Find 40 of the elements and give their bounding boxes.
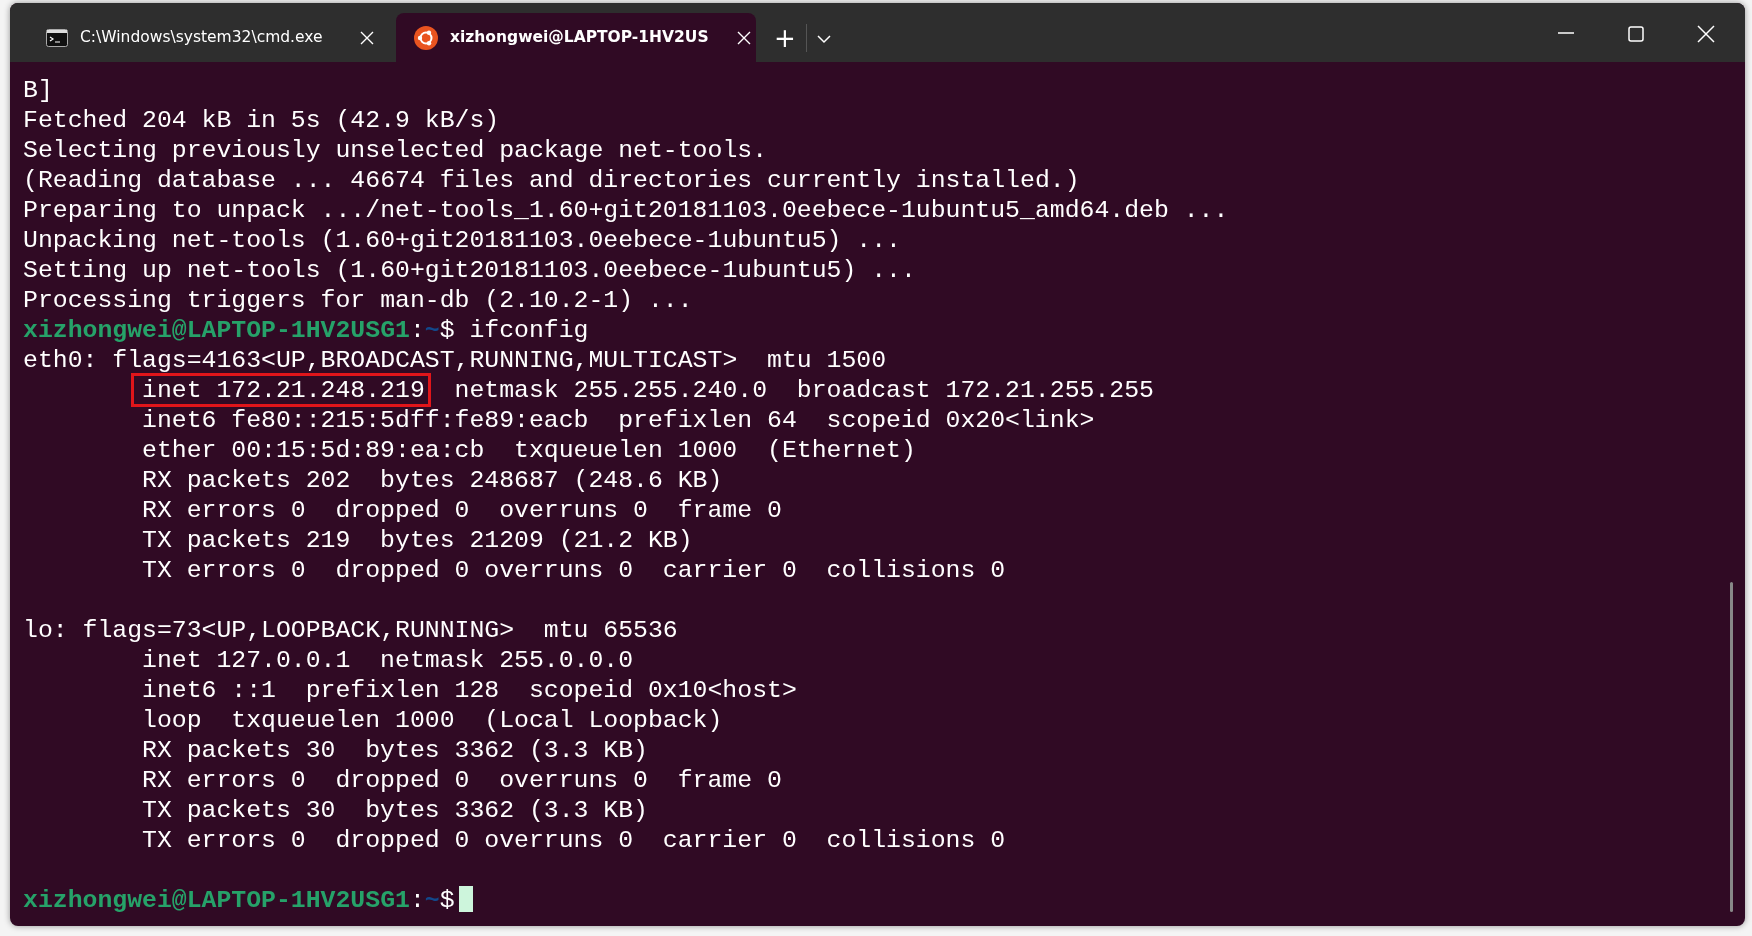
prompt-path: ~ [424, 886, 440, 914]
output-text: TX errors 0 dropped 0 overruns 0 carrier 0 collisions 0 [142, 556, 1006, 584]
prompt-sign: $ [439, 886, 455, 914]
ubuntu-icon [414, 25, 438, 50]
output-text: TX packets 30 bytes 3362 (3.3 KB) [142, 796, 648, 824]
output-text: ether 00:15:5d:89:ea:cb txqueuelen 1000 (Ethernet) [142, 436, 916, 464]
prompt-user-host: xizhongwei@LAPTOP-1HV2USG1 [23, 886, 410, 914]
prompt-sign: $ [439, 316, 455, 344]
prompt-user-host: xizhongwei@LAPTOP-1HV2USG1 [23, 316, 410, 344]
output-text: lo: flags=73<UP,LOOPBACK,RUNNING> mtu 65536 [23, 616, 678, 644]
output-text: inet 127.0.0.1 netmask 255.0.0.0 [142, 646, 634, 674]
prompt-path: ~ [424, 316, 440, 344]
prompt-separator: : [409, 886, 425, 914]
output-text: Unpacking net-tools (1.60+git20181103.0eebece-1ubuntu5) ... [23, 226, 901, 254]
output-text: loop txqueuelen 1000 (Local Loopback) [142, 706, 723, 734]
output-text: inet6 fe80::215:5dff:fe89:eacb prefixlen 64 scopeid 0x20<link> [142, 406, 1095, 434]
output-text: Setting up net-tools (1.60+git20181103.0eebece-1ubuntu5) ... [23, 256, 916, 284]
output-text: eth0: flags=4163<UP,BROADCAST,RUNNING,MULTICAST> mtu 1500 [23, 346, 887, 374]
output-text: TX packets 219 bytes 21209 (21.2 KB) [142, 526, 693, 554]
output-text: RX errors 0 dropped 0 overruns 0 frame 0 [142, 496, 782, 524]
tab[interactable]: C:\Windows\system32\cmd.exe [28, 13, 388, 62]
output-text: RX packets 30 bytes 3362 (3.3 KB) [142, 736, 648, 764]
tab[interactable]: xizhongwei@LAPTOP-1HV2US [396, 13, 756, 62]
output-text: TX errors 0 dropped 0 overruns 0 carrier 0 collisions 0 [142, 826, 1006, 854]
new-tab-button[interactable]: + [764, 20, 806, 55]
output-text: B] [23, 76, 53, 104]
output-text: RX errors 0 dropped 0 overruns 0 frame 0 [142, 766, 782, 794]
highlighted-text: inet 172.21.248.219 [131, 373, 431, 407]
output-text: inet6 ::1 prefixlen 128 scopeid 0x10<host> [142, 676, 797, 704]
prompt-separator: : [409, 316, 425, 344]
scrollbar-thumb[interactable] [1730, 582, 1733, 912]
output-text: Selecting previously unselected package net-tools. [23, 136, 768, 164]
command-text: ifconfig [468, 316, 589, 344]
output-text: Preparing to unpack .../net-tools_1.60+git20181103.0eebece-1ubuntu5_amd64.deb ... [23, 196, 1229, 224]
console-icon [46, 28, 68, 47]
output-text: Processing triggers for man-db (2.10.2-1) ... [23, 286, 693, 314]
output-text: Fetched 204 kB in 5s (42.9 kB/s) [23, 106, 500, 134]
output-text: netmask 255.255.240.0 broadcast 172.21.255.255 [453, 376, 1154, 404]
output-text: (Reading database ... 46674 files and directories currently installed.) [23, 166, 1080, 194]
output-text: RX packets 202 bytes 248687 (248.6 KB) [142, 466, 723, 494]
